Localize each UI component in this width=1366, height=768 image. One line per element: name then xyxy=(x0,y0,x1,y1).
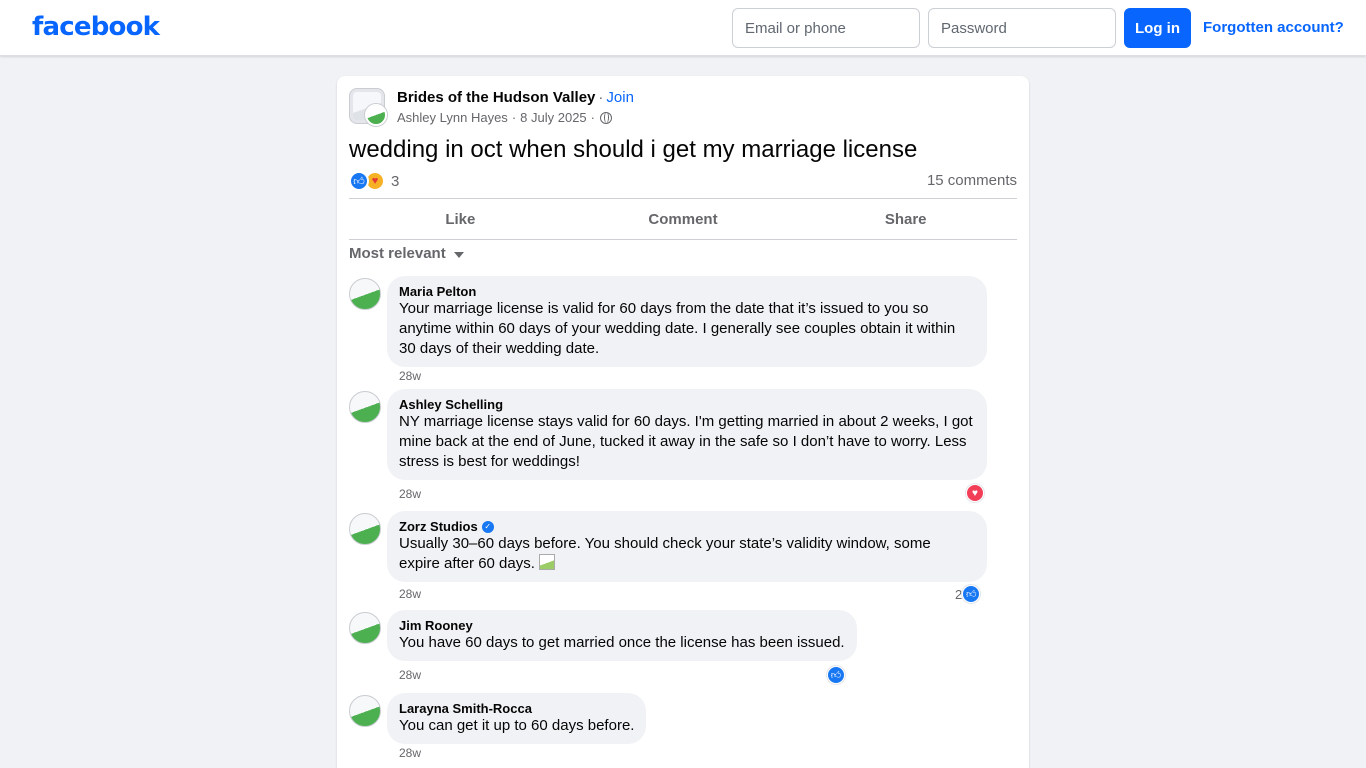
comment-time[interactable]: 28w xyxy=(399,587,421,601)
love-icon: ♥ xyxy=(966,484,984,502)
comment-reactions[interactable]: 2 👍︎ xyxy=(955,585,981,603)
comment-bubble: Jim Rooney You have 60 days to get marri… xyxy=(387,610,857,661)
comment-reactions[interactable]: 👍︎ xyxy=(827,666,845,684)
commenter-name[interactable]: Maria Pelton xyxy=(399,284,975,299)
verified-badge-icon: ✓ xyxy=(481,520,494,533)
comment-bubble: Larayna Smith-Rocca You can get it up to… xyxy=(387,693,647,744)
comment-bubble: Zorz Studios ✓ Usually 30–60 days before… xyxy=(387,511,987,582)
sort-label: Most relevant xyxy=(349,245,446,262)
top-bar: facebook Log in Forgotten account? xyxy=(0,0,1366,56)
group-header: Brides of the Hudson Valley · Join xyxy=(397,89,634,106)
commenter-name[interactable]: Ashley Schelling xyxy=(399,397,975,412)
post-card: Brides of the Hudson Valley · Join Ashley … xyxy=(337,76,1029,768)
comment-text-content: Usually 30–60 days before. You should ch… xyxy=(399,535,931,572)
post-date-link[interactable]: 8 July 2025 xyxy=(520,110,587,125)
comment-time[interactable]: 28w xyxy=(399,369,421,383)
share-button[interactable]: Share xyxy=(794,199,1017,239)
like-icon: 👍︎ xyxy=(827,666,845,684)
comment-time[interactable]: 28w xyxy=(399,487,421,501)
separator-dot: · xyxy=(511,110,517,125)
comment-time[interactable]: 28w xyxy=(399,668,421,682)
comment-button[interactable]: Comment xyxy=(572,199,795,239)
email-input[interactable] xyxy=(732,8,920,48)
author-name-link[interactable]: Ashley Lynn Hayes xyxy=(397,110,508,125)
like-button[interactable]: Like xyxy=(349,199,572,239)
commenter-avatar[interactable] xyxy=(349,612,381,644)
facebook-logo[interactable]: facebook xyxy=(32,12,160,42)
post-text: wedding in oct when should i get my marr… xyxy=(349,136,918,163)
commenter-avatar[interactable] xyxy=(349,278,381,310)
commenter-name[interactable]: Larayna Smith-Rocca xyxy=(399,701,634,716)
comment-text: Usually 30–60 days before. You should ch… xyxy=(399,534,975,574)
globe-icon xyxy=(600,111,612,124)
comment-text: You have 60 days to get married once the… xyxy=(399,634,845,651)
commenter-name-text: Zorz Studios xyxy=(399,519,478,534)
group-name-link[interactable]: Brides of the Hudson Valley xyxy=(397,89,595,106)
commenter-avatar[interactable] xyxy=(349,391,381,423)
commenter-avatar[interactable] xyxy=(349,695,381,727)
comment-count-link[interactable]: 15 comments xyxy=(927,172,1017,189)
post-meta: Ashley Lynn Hayes · 8 July 2025 · xyxy=(397,110,612,125)
like-icon: 👍︎ xyxy=(962,585,981,603)
comment-bubble: Maria Pelton Your marriage license is va… xyxy=(387,276,987,367)
broken-image-icon xyxy=(538,554,555,570)
commenter-avatar[interactable] xyxy=(349,513,381,545)
comment-sort-dropdown[interactable]: Most relevant xyxy=(349,245,464,262)
comment-reaction-count: 2 xyxy=(955,586,963,602)
login-button[interactable]: Log in xyxy=(1124,8,1191,48)
commenter-name[interactable]: Jim Rooney xyxy=(399,618,845,633)
forgotten-account-link[interactable]: Forgotten account? xyxy=(1203,19,1344,36)
comment-bubble: Ashley Schelling NY marriage license sta… xyxy=(387,389,987,480)
separator-dot: · xyxy=(598,89,604,106)
join-link[interactable]: Join xyxy=(606,89,634,106)
commenter-name[interactable]: Zorz Studios ✓ xyxy=(399,519,975,534)
author-avatar[interactable] xyxy=(365,104,387,126)
post-actions: Like Comment Share xyxy=(349,198,1017,240)
like-icon: 👍︎ xyxy=(349,171,369,191)
comment-reactions[interactable]: ♥ xyxy=(966,484,984,502)
reaction-count: 3 xyxy=(391,172,400,190)
comment-text: You can get it up to 60 days before. xyxy=(399,717,635,734)
comment-text: NY marriage license stays valid for 60 d… xyxy=(399,413,973,470)
caret-down-icon xyxy=(453,252,464,258)
comment-text: Your marriage license is valid for 60 da… xyxy=(399,300,956,357)
post-reactions[interactable]: 👍︎ ♥ 3 xyxy=(349,171,399,191)
password-input[interactable] xyxy=(928,8,1116,48)
separator-dot: · xyxy=(590,110,595,125)
comment-time[interactable]: 28w xyxy=(399,746,421,760)
